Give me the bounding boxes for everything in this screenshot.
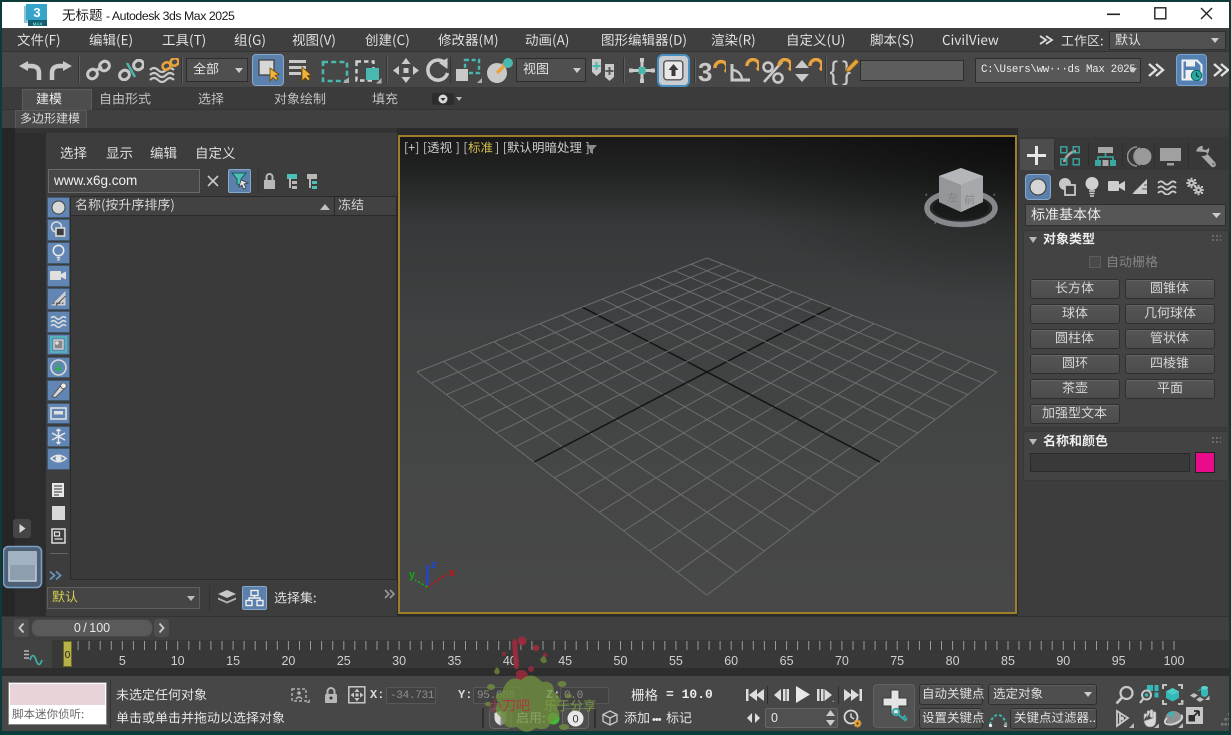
svg-text:y: y [409, 569, 416, 581]
svg-text:75: 75 [890, 654, 904, 668]
svg-text:MAX: MAX [33, 22, 43, 27]
svg-text:*: * [984, 222, 987, 228]
svg-text:10: 10 [171, 654, 185, 668]
svg-text:20: 20 [281, 654, 295, 668]
svg-text:85: 85 [1001, 654, 1015, 668]
svg-text:60: 60 [724, 654, 738, 668]
svg-text:x: x [449, 567, 456, 579]
svg-text:*: * [934, 222, 937, 228]
svg-text:95: 95 [1112, 654, 1126, 668]
svg-text:z: z [431, 559, 437, 571]
svg-text:25: 25 [337, 654, 351, 668]
svg-text:100: 100 [1164, 654, 1185, 668]
svg-text:55: 55 [669, 654, 683, 668]
svg-text:30: 30 [392, 654, 406, 668]
svg-text:35: 35 [447, 654, 461, 668]
svg-text:{: { [830, 56, 838, 85]
svg-text:3: 3 [33, 5, 40, 20]
svg-text:*: * [925, 194, 928, 200]
svg-text:80: 80 [946, 654, 960, 668]
svg-text:15: 15 [226, 654, 240, 668]
svg-text:*: * [993, 194, 996, 200]
svg-text:65: 65 [780, 654, 794, 668]
svg-text:70: 70 [835, 654, 849, 668]
svg-text:3: 3 [698, 58, 712, 84]
svg-text:90: 90 [1056, 654, 1070, 668]
svg-text:50: 50 [614, 654, 628, 668]
svg-text:5: 5 [119, 654, 126, 668]
